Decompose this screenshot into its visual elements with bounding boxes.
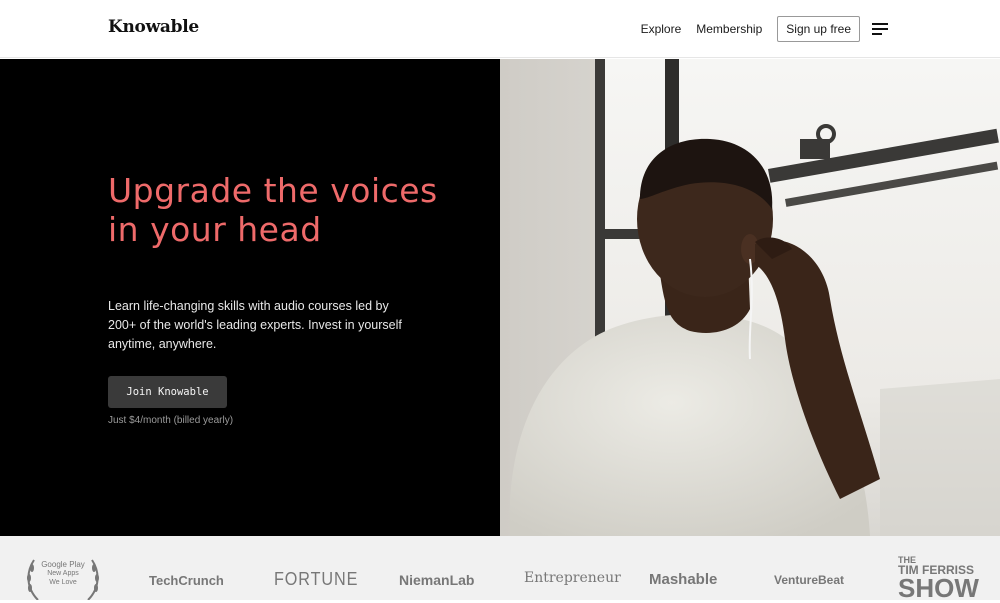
entrepreneur-logo: Entrepreneur <box>524 570 621 586</box>
award-line-2: New Apps <box>47 570 79 577</box>
fortune-logo: FORTUNE <box>274 569 359 589</box>
sign-up-button[interactable]: Sign up free <box>777 16 860 42</box>
mashable-logo: Mashable <box>649 571 718 588</box>
niemanlab-logo: NiemanLab <box>399 572 475 588</box>
award-line-3: We Love <box>49 579 77 586</box>
hero-title: Upgrade the voices in your head <box>108 171 438 249</box>
menu-icon[interactable] <box>872 23 888 35</box>
price-note: Just $4/month (billed yearly) <box>108 415 234 426</box>
google-play-award: Google Play New Apps We Love <box>24 558 102 600</box>
press-bar: Google Play New Apps We Love TechCrunch … <box>0 536 1000 603</box>
hero-panel: Upgrade the voices in your head Learn li… <box>0 59 500 536</box>
main-nav: Explore Membership Sign up free <box>641 16 888 42</box>
man-listening-illustration <box>500 59 1000 536</box>
site-logo[interactable]: Knowable <box>108 17 199 37</box>
award-line-1: Google Play <box>41 560 85 569</box>
site-header: Knowable Explore Membership Sign up free <box>0 0 1000 58</box>
join-button[interactable]: Join Knowable <box>108 376 227 408</box>
nav-explore-link[interactable]: Explore <box>641 22 682 36</box>
techcrunch-logo: TechCrunch <box>149 573 224 588</box>
tim-ferriss-show-logo: THE TIM FERRISS SHOW <box>898 555 979 603</box>
hero-photo <box>500 59 1000 536</box>
nav-membership-link[interactable]: Membership <box>696 22 762 36</box>
hero-subtitle: Learn life-changing skills with audio co… <box>108 299 402 351</box>
venturebeat-logo: VentureBeat <box>774 573 845 587</box>
